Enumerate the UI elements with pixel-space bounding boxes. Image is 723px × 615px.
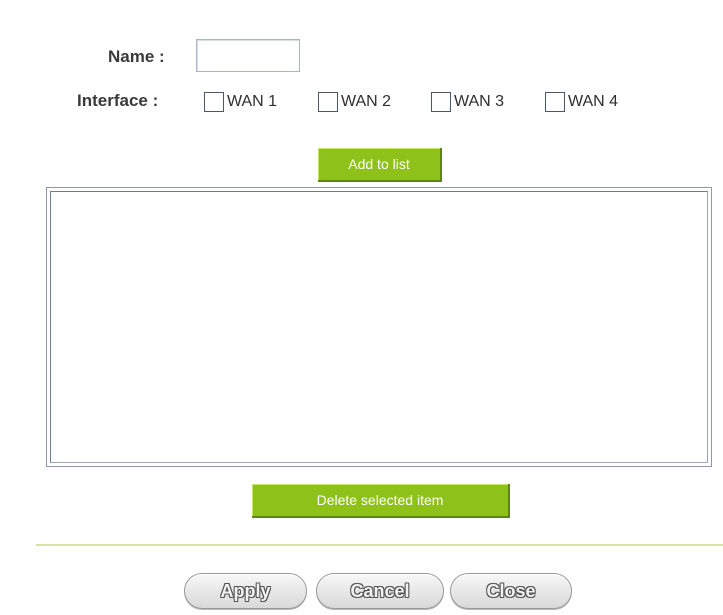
delete-selected-item-button[interactable]: Delete selected item <box>252 484 510 518</box>
wan4-checkbox[interactable] <box>545 92 565 112</box>
wan2-checkbox-group[interactable]: WAN 2 <box>318 90 391 114</box>
cancel-button[interactable]: Cancel <box>316 573 444 609</box>
name-label: Name : <box>108 47 165 66</box>
wan4-label[interactable]: WAN 4 <box>568 93 618 111</box>
close-button[interactable]: Close <box>450 573 572 609</box>
interface-list-area[interactable] <box>50 191 708 463</box>
add-to-list-button[interactable]: Add to list <box>318 148 442 182</box>
wan3-label[interactable]: WAN 3 <box>454 93 504 111</box>
wan3-checkbox[interactable] <box>431 92 451 112</box>
wan1-checkbox-group[interactable]: WAN 1 <box>204 90 277 114</box>
wan1-label[interactable]: WAN 1 <box>227 93 277 111</box>
interface-label: Interface : <box>77 91 159 110</box>
wan3-checkbox-group[interactable]: WAN 3 <box>431 90 504 114</box>
name-input[interactable] <box>196 39 300 72</box>
footer-divider <box>36 544 723 546</box>
wan4-checkbox-group[interactable]: WAN 4 <box>545 90 618 114</box>
wan1-checkbox[interactable] <box>204 92 224 112</box>
interface-list-box[interactable] <box>46 187 712 467</box>
wan2-label[interactable]: WAN 2 <box>341 93 391 111</box>
wan2-checkbox[interactable] <box>318 92 338 112</box>
apply-button[interactable]: Apply <box>184 573 307 609</box>
